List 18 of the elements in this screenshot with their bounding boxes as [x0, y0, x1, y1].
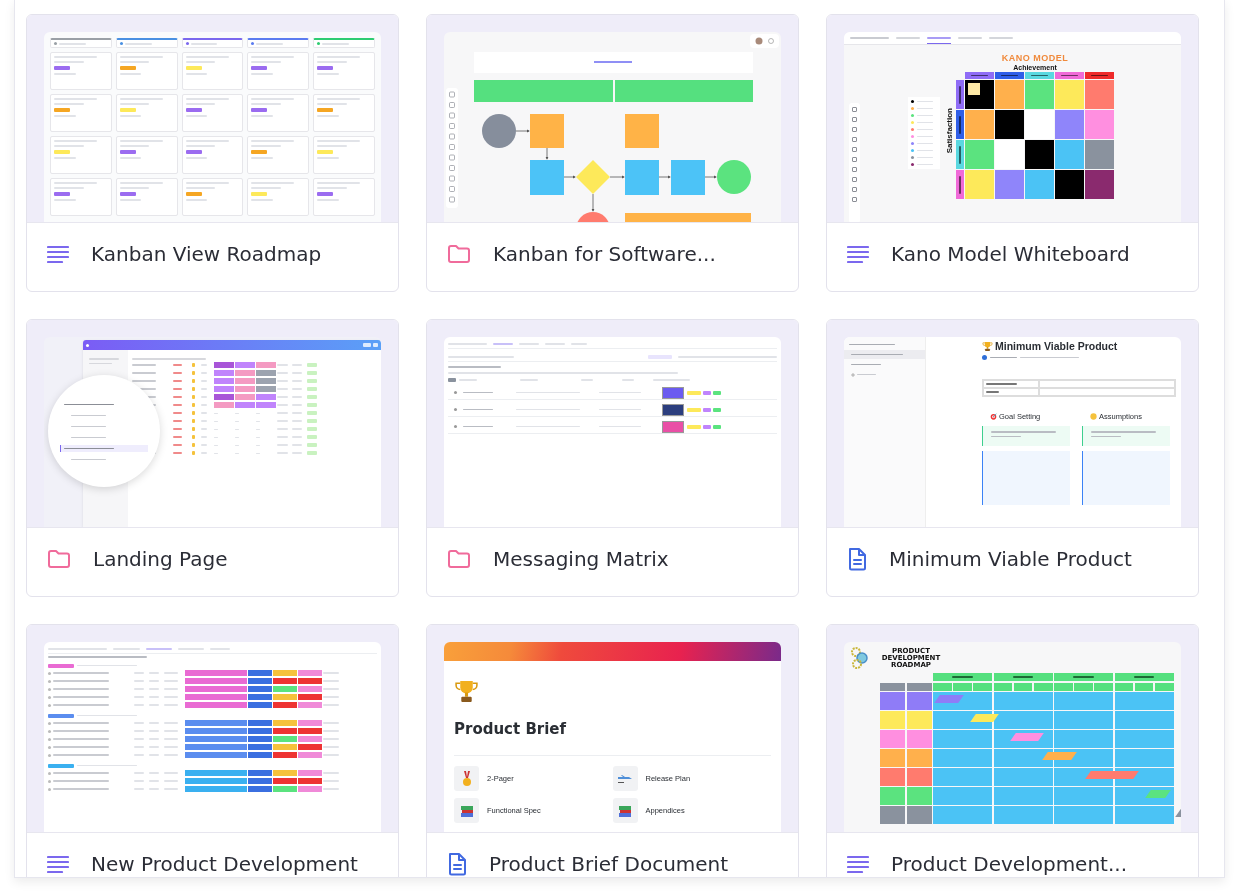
- template-card[interactable]: Landing Page: [26, 319, 399, 597]
- document-title: Product Brief: [454, 720, 568, 738]
- document-title: Minimum Viable Product: [995, 340, 1118, 352]
- template-card[interactable]: New Product Development: [26, 624, 399, 877]
- card-title: Kano Model Whiteboard: [891, 242, 1130, 266]
- card-title: Kanban for Software...: [493, 242, 716, 266]
- card-title: Kanban View Roadmap: [91, 242, 322, 266]
- axis-label: Satisfaction: [945, 108, 954, 154]
- template-card[interactable]: Messaging Matrix: [426, 319, 799, 597]
- card-title: Minimum Viable Product: [889, 547, 1132, 571]
- board-title: KANO MODEL: [1001, 53, 1069, 63]
- template-card[interactable]: Kanban for Software...: [426, 14, 799, 292]
- card-title: New Product Development: [91, 852, 358, 876]
- card-title: Messaging Matrix: [493, 547, 669, 571]
- card-title: Landing Page: [93, 547, 228, 571]
- card-title: Product Development...: [891, 852, 1127, 876]
- template-card[interactable]: Kanban View Roadmap: [26, 14, 399, 292]
- card-title: Product Brief Document: [489, 852, 729, 876]
